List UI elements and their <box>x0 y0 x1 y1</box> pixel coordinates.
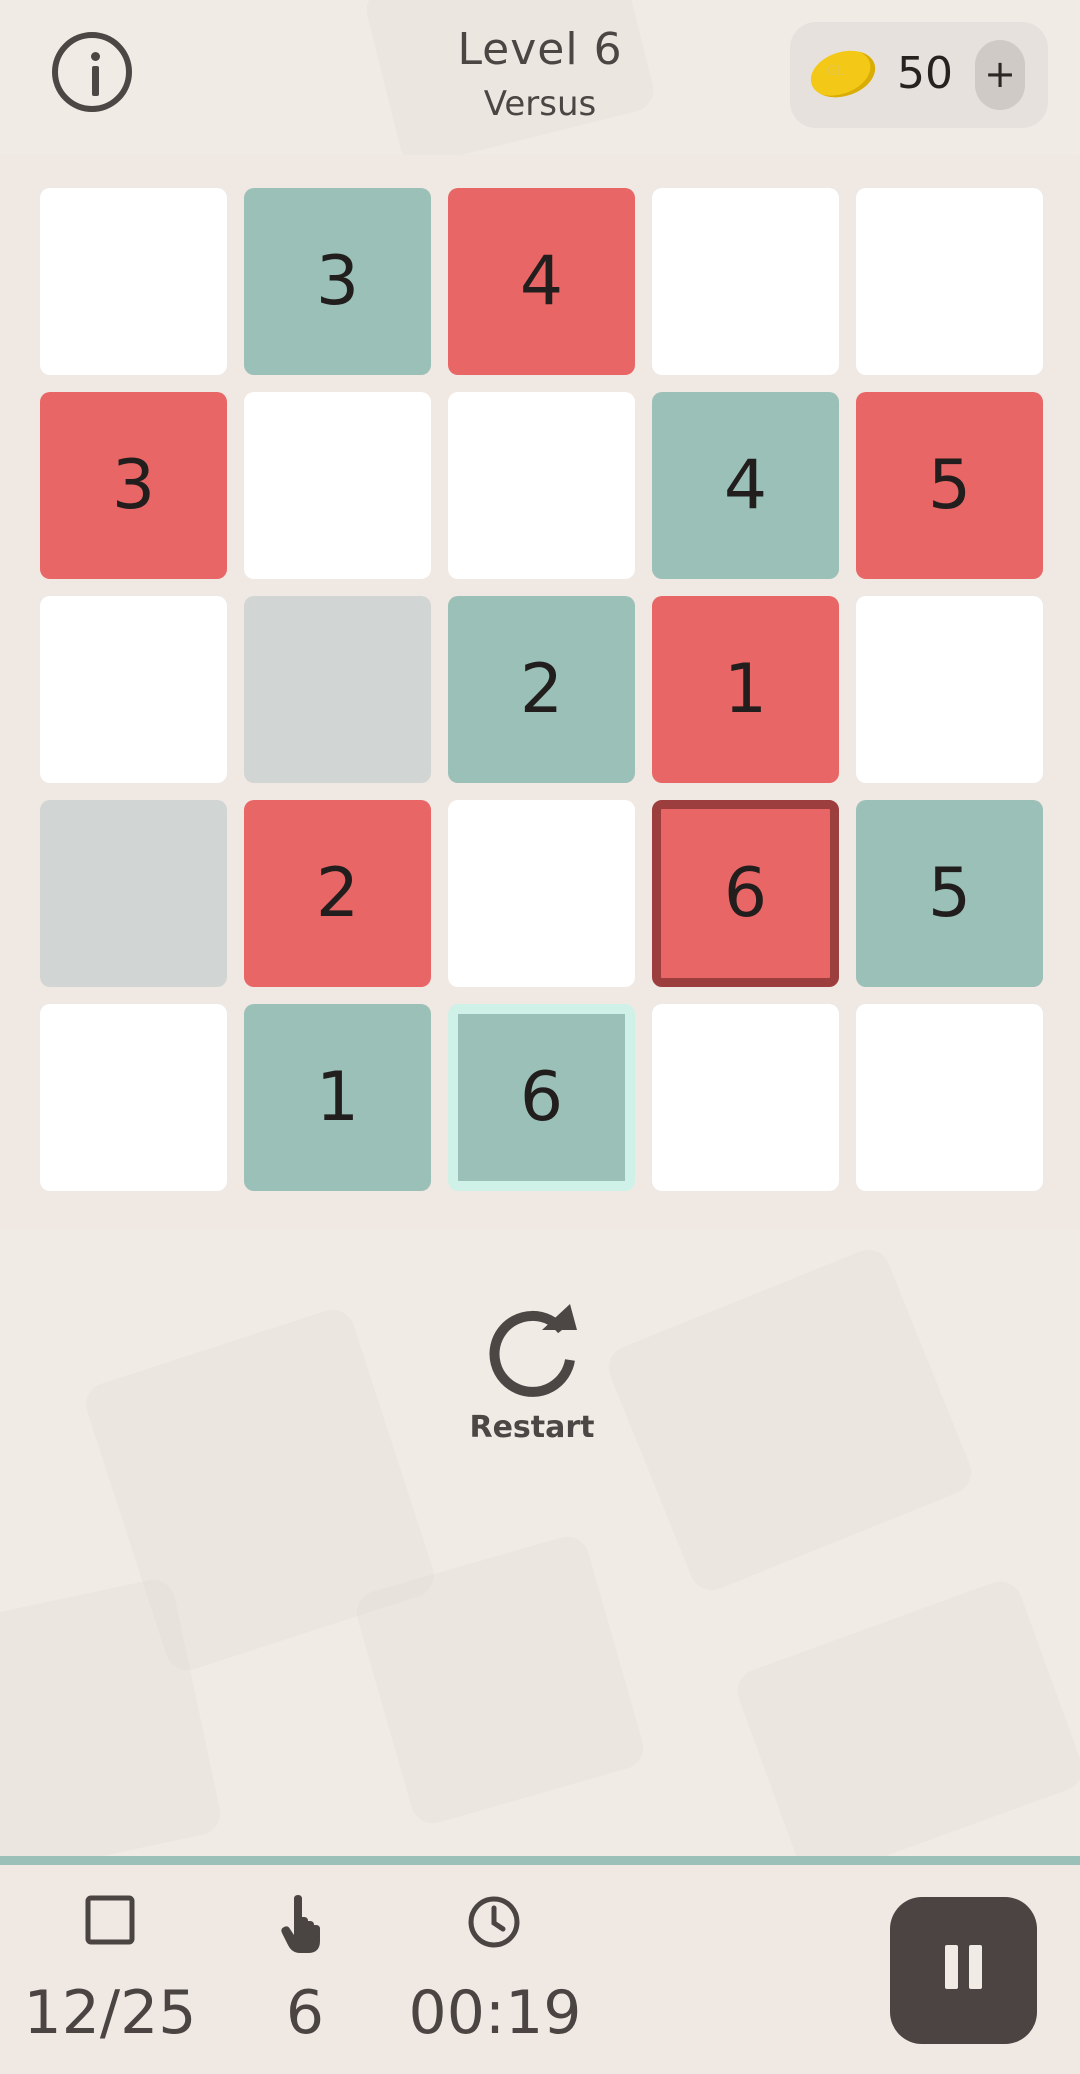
board-cell-r4-c2[interactable]: 2 <box>244 800 431 987</box>
square-icon <box>85 1895 135 1945</box>
board-cell-r5-c2[interactable]: 1 <box>244 1004 431 1191</box>
board-cell-r4-c5[interactable]: 5 <box>856 800 1043 987</box>
tiles-count: 12/25 <box>23 1978 197 2048</box>
pause-button[interactable] <box>890 1897 1037 2044</box>
progress-line <box>0 1856 1080 1865</box>
board-cell-r4-c3[interactable] <box>448 800 635 987</box>
board-cell-r3-c5[interactable] <box>856 596 1043 783</box>
mode-subtitle: Versus <box>483 84 597 124</box>
board-cell-r1-c4[interactable] <box>652 188 839 375</box>
board-cell-r2-c1[interactable]: 3 <box>40 392 227 579</box>
board-cell-r3-c2[interactable] <box>244 596 431 783</box>
board-cell-r1-c2[interactable]: 3 <box>244 188 431 375</box>
board-cell-r4-c4[interactable]: 6 <box>652 800 839 987</box>
board-cell-r3-c3[interactable]: 2 <box>448 596 635 783</box>
board-cell-r3-c1[interactable] <box>40 596 227 783</box>
clock-icon <box>468 1896 520 1948</box>
board-cell-r1-c1[interactable] <box>40 188 227 375</box>
board-cell-r5-c1[interactable] <box>40 1004 227 1191</box>
board-cell-r3-c4[interactable]: 1 <box>652 596 839 783</box>
add-coins-button[interactable]: + <box>975 40 1025 110</box>
moves-count: 6 <box>285 1978 325 2048</box>
board-cell-r4-c1[interactable] <box>40 800 227 987</box>
restart-icon <box>489 1304 577 1397</box>
restart-label: Restart <box>469 1410 595 1445</box>
board-cell-r2-c4[interactable]: 4 <box>652 392 839 579</box>
tap-hand-icon <box>281 1895 320 1953</box>
coin-count: 50 <box>897 48 953 99</box>
board-cell-r1-c5[interactable] <box>856 188 1043 375</box>
board-cell-r5-c4[interactable] <box>652 1004 839 1191</box>
coin-icon: GL <box>804 42 882 106</box>
board-cell-r2-c2[interactable] <box>244 392 431 579</box>
status-bar: 12/25 6 00:19 <box>0 1865 1080 2074</box>
board-cell-r1-c3[interactable]: 4 <box>448 188 635 375</box>
coin-balance: GL 50 + <box>790 22 1048 128</box>
info-button[interactable] <box>52 32 132 112</box>
background-tile <box>731 1575 1080 1885</box>
board-cell-r5-c5[interactable] <box>856 1004 1043 1191</box>
board-cell-r2-c3[interactable] <box>448 392 635 579</box>
board-cell-r2-c5[interactable]: 5 <box>856 392 1043 579</box>
board-cell-r5-c3[interactable]: 6 <box>448 1004 635 1191</box>
coin-logo: GL <box>826 64 845 80</box>
background-tile <box>602 1243 978 1597</box>
timer-value: 00:19 <box>408 1978 582 2048</box>
game-board: 343452126516 <box>0 155 1080 1230</box>
level-title: Level 6 <box>457 24 623 75</box>
